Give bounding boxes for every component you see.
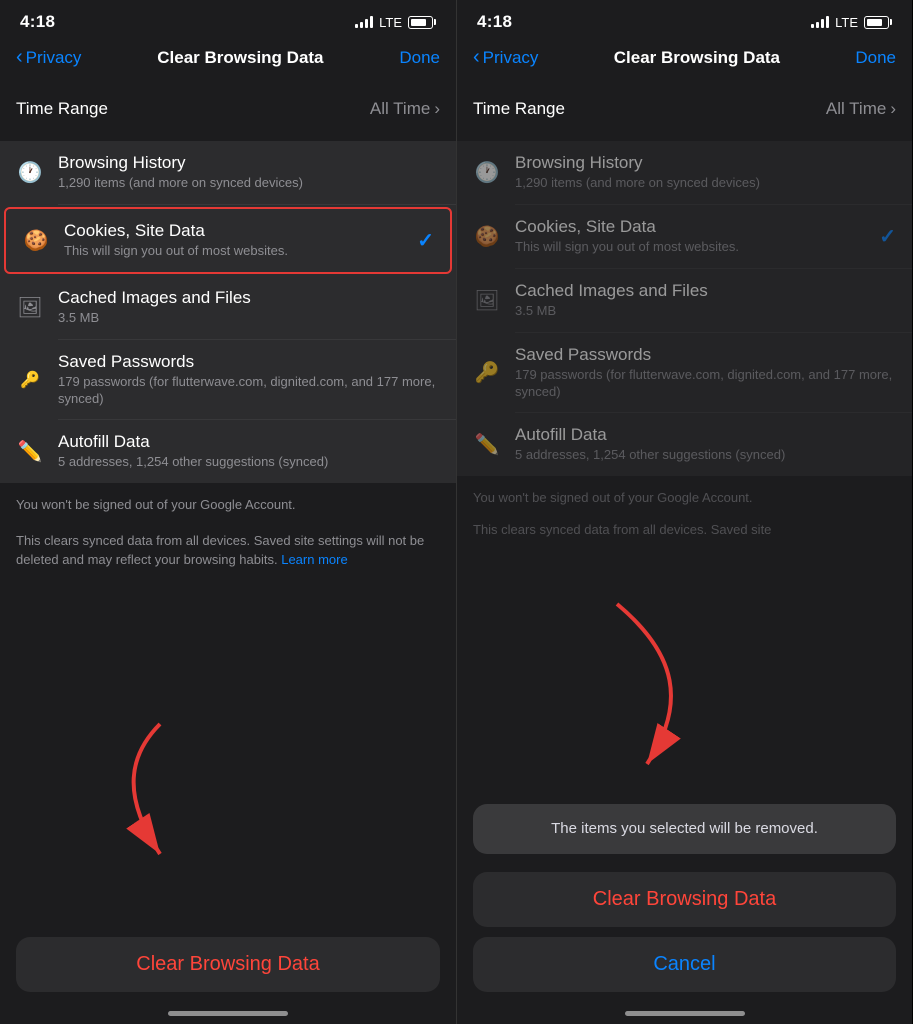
time-range-row-right[interactable]: Time Range All Time › (457, 85, 912, 133)
list-item-cached-right[interactable]: 🖼 Cached Images and Files 3.5 MB (457, 269, 912, 332)
item-title-history-left: Browsing History (58, 153, 440, 173)
items-list-left: 🕐 Browsing History 1,290 items (and more… (0, 141, 456, 483)
item-title-passwords-left: Saved Passwords (58, 352, 440, 372)
item-title-cookies-left: Cookies, Site Data (64, 221, 403, 241)
status-icons-right: LTE (811, 15, 892, 30)
status-bar-right: 4:18 LTE (457, 0, 912, 38)
time-range-row-left[interactable]: Time Range All Time › (0, 85, 456, 133)
item-subtitle-autofill-right: 5 addresses, 1,254 other suggestions (sy… (515, 447, 896, 464)
item-title-passwords-right: Saved Passwords (515, 345, 896, 365)
time-range-label-right: Time Range (473, 99, 565, 119)
footer-text-left: You won't be signed out of your Google A… (0, 483, 456, 527)
list-item-passwords-left[interactable]: 🔑 Saved Passwords 179 passwords (for flu… (0, 340, 456, 420)
cookie-icon-left: 🍪 (22, 226, 50, 254)
signal-icon (355, 16, 373, 28)
item-subtitle-cookies-left: This will sign you out of most websites. (64, 243, 403, 260)
history-icon-right: 🕐 (473, 158, 501, 186)
chevron-right-icon: › (434, 99, 440, 119)
left-panel: 4:18 LTE ‹ Privacy Clear Browsing Data D… (0, 0, 456, 1024)
item-subtitle-autofill-left: 5 addresses, 1,254 other suggestions (sy… (58, 454, 440, 471)
image-icon-right: 🖼 (473, 286, 501, 314)
items-list-right: 🕐 Browsing History 1,290 items (and more… (457, 141, 912, 476)
back-label-left: Privacy (26, 48, 82, 68)
list-item-browsing-history-right[interactable]: 🕐 Browsing History 1,290 items (and more… (457, 141, 912, 204)
item-subtitle-passwords-right: 179 passwords (for flutterwave.com, dign… (515, 367, 896, 401)
key-icon-left: 🔑 (16, 366, 44, 394)
item-subtitle-cached-right: 3.5 MB (515, 303, 896, 320)
time-right: 4:18 (477, 12, 512, 32)
confirmation-text: The items you selected will be removed. (551, 820, 818, 837)
confirmation-box: The items you selected will be removed. (473, 804, 896, 854)
page-title-right: Clear Browsing Data (614, 48, 780, 68)
chevron-left-icon: ‹ (16, 46, 23, 69)
item-subtitle-history-right: 1,290 items (and more on synced devices) (515, 175, 896, 192)
arrow-icon-right (517, 594, 717, 794)
back-label-right: Privacy (483, 48, 539, 68)
list-item-browsing-history-left[interactable]: 🕐 Browsing History 1,290 items (and more… (0, 141, 456, 204)
footer-text-right: You won't be signed out of your Google A… (457, 476, 912, 520)
time-range-label-left: Time Range (16, 99, 108, 119)
status-bar-left: 4:18 LTE (0, 0, 456, 38)
item-subtitle-cookies-right: This will sign you out of most websites. (515, 239, 865, 256)
done-button-right[interactable]: Done (855, 48, 896, 68)
check-icon-cookies-left: ✓ (417, 228, 434, 253)
history-icon-left: 🕐 (16, 158, 44, 186)
chevron-left-icon-right: ‹ (473, 46, 480, 69)
nav-bar-right: ‹ Privacy Clear Browsing Data Done (457, 38, 912, 77)
time-range-value-left: All Time › (370, 99, 440, 119)
battery-icon-right (864, 16, 892, 29)
list-item-autofill-right[interactable]: ✏️ Autofill Data 5 addresses, 1,254 othe… (457, 413, 912, 476)
done-button-left[interactable]: Done (399, 48, 440, 68)
clear-browsing-data-button-right[interactable]: Clear Browsing Data (473, 872, 896, 927)
chevron-right-icon-right: › (890, 99, 896, 119)
home-indicator-right (625, 1011, 745, 1016)
list-item-autofill-left[interactable]: ✏️ Autofill Data 5 addresses, 1,254 othe… (0, 420, 456, 483)
confirmation-overlay: The items you selected will be removed. (457, 804, 912, 854)
learn-more-link-left[interactable]: Learn more (281, 552, 347, 567)
battery-icon-left (408, 16, 436, 29)
clear-browsing-data-button-left[interactable]: Clear Browsing Data (16, 937, 440, 992)
item-title-cached-right: Cached Images and Files (515, 281, 896, 301)
footer-text2-right: This clears synced data from all devices… (457, 520, 912, 552)
arrow-icon-left (100, 714, 220, 874)
item-subtitle-cached-left: 3.5 MB (58, 310, 440, 327)
lte-label-right: LTE (835, 15, 858, 30)
lte-label-left: LTE (379, 15, 402, 30)
item-subtitle-passwords-left: 179 passwords (for flutterwave.com, dign… (58, 374, 440, 408)
signal-icon-right (811, 16, 829, 28)
right-panel: 4:18 LTE ‹ Privacy Clear Browsing Data D… (456, 0, 912, 1024)
bottom-area-right: Clear Browsing Data Cancel (457, 872, 912, 1024)
back-button-right[interactable]: ‹ Privacy (473, 46, 538, 69)
list-item-cached-left[interactable]: 🖼 Cached Images and Files 3.5 MB (0, 276, 456, 339)
list-item-cookies-right[interactable]: 🍪 Cookies, Site Data This will sign you … (457, 205, 912, 268)
status-icons-left: LTE (355, 15, 436, 30)
list-item-cookies-left[interactable]: 🍪 Cookies, Site Data This will sign you … (4, 207, 452, 274)
item-title-autofill-right: Autofill Data (515, 425, 896, 445)
autofill-icon-right: ✏️ (473, 431, 501, 459)
cancel-button-right[interactable]: Cancel (473, 937, 896, 992)
cookie-icon-right: 🍪 (473, 222, 501, 250)
time-left: 4:18 (20, 12, 55, 32)
item-subtitle-history-left: 1,290 items (and more on synced devices) (58, 175, 440, 192)
time-range-value-right: All Time › (826, 99, 896, 119)
home-indicator-left (168, 1011, 288, 1016)
item-title-cookies-right: Cookies, Site Data (515, 217, 865, 237)
item-title-history-right: Browsing History (515, 153, 896, 173)
back-button-left[interactable]: ‹ Privacy (16, 46, 81, 69)
check-icon-cookies-right: ✓ (879, 224, 896, 249)
list-item-passwords-right[interactable]: 🔑 Saved Passwords 179 passwords (for flu… (457, 333, 912, 413)
autofill-icon-left: ✏️ (16, 438, 44, 466)
item-title-cached-left: Cached Images and Files (58, 288, 440, 308)
page-title-left: Clear Browsing Data (157, 48, 323, 68)
image-icon-left: 🖼 (16, 293, 44, 321)
key-icon-right: 🔑 (473, 359, 501, 387)
item-title-autofill-left: Autofill Data (58, 432, 440, 452)
nav-bar-left: ‹ Privacy Clear Browsing Data Done (0, 38, 456, 77)
footer-text2-left: This clears synced data from all devices… (0, 527, 456, 582)
divider (58, 204, 456, 205)
